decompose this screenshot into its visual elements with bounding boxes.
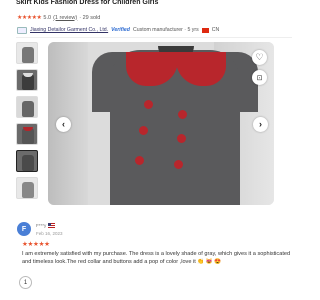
- rating-value: 5.0: [43, 14, 52, 21]
- thumbnail-6[interactable]: [16, 177, 38, 199]
- prev-image-button[interactable]: ‹: [56, 117, 71, 132]
- dress-button: [135, 156, 144, 165]
- thumbnail-strip: [16, 42, 38, 204]
- thumbnail-2[interactable]: [16, 69, 38, 91]
- next-image-button[interactable]: ›: [253, 117, 268, 132]
- sold-count: · 29 sold: [79, 14, 101, 21]
- main-product-image: [48, 42, 274, 205]
- thumbnail-4[interactable]: [16, 123, 38, 145]
- dress-button: [144, 100, 153, 109]
- verified-badge: Verified: [111, 27, 130, 33]
- review-stars-icon: ★★★★★: [22, 241, 50, 248]
- cn-flag-icon: [201, 27, 209, 33]
- product-title: Skirt Kids Fashion Dress for Children Gi…: [16, 0, 159, 6]
- supplier-logo-icon: [17, 26, 27, 34]
- thumbnail-5[interactable]: [16, 150, 38, 172]
- us-flag-icon: [48, 223, 56, 228]
- reviewer-info: F***y: [36, 223, 56, 228]
- dress-button: [174, 160, 183, 169]
- supplier-type: Custom manufacturer · 5 yrs: [132, 27, 199, 33]
- reviewer-name: F***y: [36, 223, 47, 228]
- review-text: I am extremely satisfied with my purchas…: [22, 251, 291, 265]
- supplier-row: Jiaxing Detailor Garment Co., Ltd. Verif…: [17, 25, 295, 35]
- dress-button: [178, 110, 187, 119]
- thumbnail-3[interactable]: [16, 96, 38, 118]
- scan-icon[interactable]: ⊡: [252, 70, 267, 85]
- heart-icon[interactable]: ♡: [252, 50, 267, 65]
- rating-stars-icon: ★★★★★: [17, 15, 42, 21]
- dress-button: [139, 126, 148, 135]
- avatar: F: [17, 222, 31, 236]
- rating-row: ★★★★★ 5.0 (1 review) · 29 sold: [17, 13, 100, 22]
- supplier-country: CN: [211, 27, 220, 33]
- thumbnail-1[interactable]: [16, 42, 38, 64]
- supplier-name-link[interactable]: Jiaxing Detailor Garment Co., Ltd.: [30, 27, 108, 33]
- reviews-link[interactable]: (1 review): [53, 15, 77, 21]
- page-button-1[interactable]: 1: [19, 276, 32, 289]
- dress-button: [177, 134, 186, 143]
- review-date: Feb 16, 2023: [36, 231, 63, 236]
- divider: [16, 37, 292, 38]
